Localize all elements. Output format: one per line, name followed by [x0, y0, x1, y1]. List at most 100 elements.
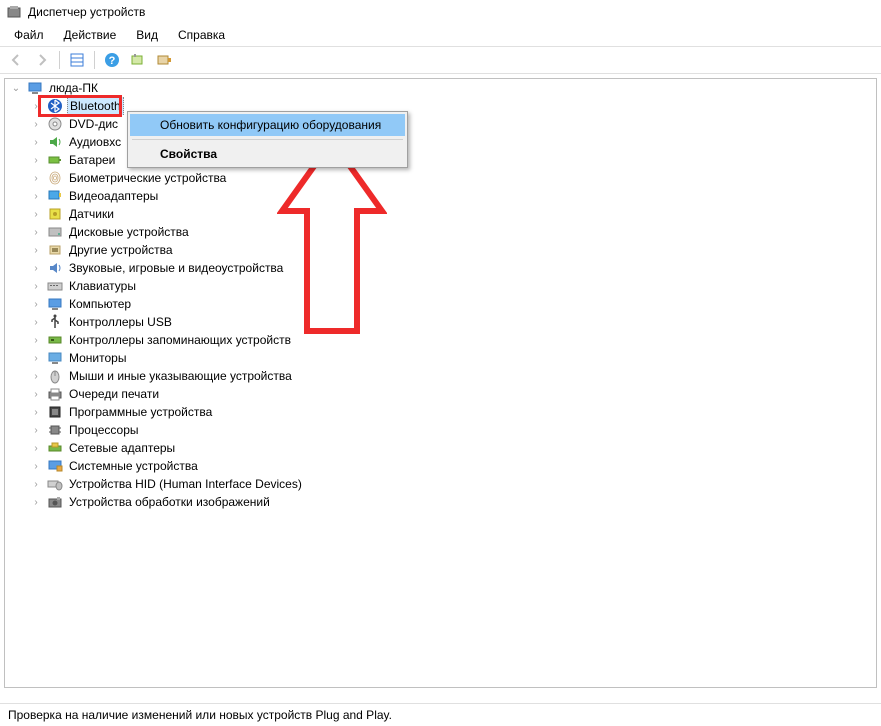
- display-adapter-icon: [47, 188, 63, 204]
- monitor-icon: [47, 350, 63, 366]
- tree-item-printer[interactable]: › Очереди печати: [5, 385, 876, 403]
- tree-item-sensors[interactable]: › Датчики: [5, 205, 876, 223]
- tree-item-label: Биометрические устройства: [67, 170, 228, 186]
- toolbar-separator: [59, 51, 60, 69]
- expander-icon[interactable]: ›: [29, 279, 43, 293]
- hid-icon: [47, 476, 63, 492]
- tree-item-label: Устройства обработки изображений: [67, 494, 272, 510]
- tree-item-label: Батареи: [67, 152, 117, 168]
- tree-item-label: DVD-дис: [67, 116, 120, 132]
- menu-file[interactable]: Файл: [4, 26, 54, 44]
- tree-item-label: Процессоры: [67, 422, 141, 438]
- context-menu-properties[interactable]: Свойства: [130, 143, 405, 165]
- sensor-icon: [47, 206, 63, 222]
- tree-item-label: Контроллеры запоминающих устройств: [67, 332, 293, 348]
- cpu-icon: [47, 422, 63, 438]
- toolbar-help-button[interactable]: ?: [100, 49, 124, 71]
- expander-icon[interactable]: ›: [29, 477, 43, 491]
- menu-action[interactable]: Действие: [54, 26, 127, 44]
- hdd-icon: [47, 224, 63, 240]
- network-icon: [47, 440, 63, 456]
- tree-item-network[interactable]: › Сетевые адаптеры: [5, 439, 876, 457]
- tree-item-keyboard[interactable]: › Клавиатуры: [5, 277, 876, 295]
- expander-icon[interactable]: ›: [29, 153, 43, 167]
- expander-icon[interactable]: ›: [29, 207, 43, 221]
- toolbar-properties-button[interactable]: [152, 49, 176, 71]
- tree-item-label: Другие устройства: [67, 242, 175, 258]
- menu-help[interactable]: Справка: [168, 26, 235, 44]
- toolbar-show-hidden-button[interactable]: [65, 49, 89, 71]
- tree-item-cpu[interactable]: › Процессоры: [5, 421, 876, 439]
- tree-item-label: Устройства HID (Human Interface Devices): [67, 476, 304, 492]
- disc-icon: [47, 116, 63, 132]
- tree-item-biometric[interactable]: › Биометрические устройства: [5, 169, 876, 187]
- toolbar-scan-button[interactable]: [126, 49, 150, 71]
- expander-icon[interactable]: ›: [29, 441, 43, 455]
- tree-item-storage[interactable]: › Контроллеры запоминающих устройств: [5, 331, 876, 349]
- expander-icon[interactable]: ›: [29, 459, 43, 473]
- tree-item-sound[interactable]: › Звуковые, игровые и видеоустройства: [5, 259, 876, 277]
- tree-item-label: Дисковые устройства: [67, 224, 191, 240]
- expander-icon[interactable]: ›: [29, 351, 43, 365]
- toolbar: ?: [0, 46, 881, 74]
- device-tree-panel: ⌄ люда-ПК › Bluetooth › DVD-дис › Аудиов…: [4, 78, 877, 688]
- printer-icon: [47, 386, 63, 402]
- menu-view[interactable]: Вид: [126, 26, 168, 44]
- expander-icon[interactable]: ›: [29, 99, 43, 113]
- tree-item-imaging[interactable]: › Устройства обработки изображений: [5, 493, 876, 511]
- tree-item-software[interactable]: › Программные устройства: [5, 403, 876, 421]
- tree-item-video[interactable]: › Видеоадаптеры: [5, 187, 876, 205]
- expander-icon[interactable]: ›: [29, 387, 43, 401]
- usb-icon: [47, 314, 63, 330]
- system-device-icon: [47, 458, 63, 474]
- tree-item-hid[interactable]: › Устройства HID (Human Interface Device…: [5, 475, 876, 493]
- expander-icon[interactable]: ›: [29, 495, 43, 509]
- monitor-icon: [47, 296, 63, 312]
- expander-icon[interactable]: ›: [29, 225, 43, 239]
- tree-root-label: люда-ПК: [47, 80, 100, 96]
- app-icon: [6, 4, 22, 20]
- expander-icon[interactable]: ›: [29, 423, 43, 437]
- tree-item-system[interactable]: › Системные устройства: [5, 457, 876, 475]
- tree-item-label: Клавиатуры: [67, 278, 138, 294]
- expander-icon[interactable]: ›: [29, 333, 43, 347]
- audio-icon: [47, 134, 63, 150]
- tree-item-label: Сетевые адаптеры: [67, 440, 177, 456]
- tree-item-computer[interactable]: › Компьютер: [5, 295, 876, 313]
- tree-item-label: Мыши и иные указывающие устройства: [67, 368, 294, 384]
- tree-item-label: Мониторы: [67, 350, 128, 366]
- tree-item-disk[interactable]: › Дисковые устройства: [5, 223, 876, 241]
- expander-icon[interactable]: ›: [29, 117, 43, 131]
- other-device-icon: [47, 242, 63, 258]
- context-menu-scan[interactable]: Обновить конфигурацию оборудования: [130, 114, 405, 136]
- bluetooth-icon: [47, 98, 63, 114]
- tree-item-label: Звуковые, игровые и видеоустройства: [67, 260, 285, 276]
- svg-text:?: ?: [109, 55, 116, 67]
- expander-icon[interactable]: ›: [29, 405, 43, 419]
- expander-icon[interactable]: ⌄: [9, 81, 23, 95]
- tree-item-label: Программные устройства: [67, 404, 214, 420]
- expander-icon[interactable]: ›: [29, 189, 43, 203]
- expander-icon[interactable]: ›: [29, 243, 43, 257]
- speaker-icon: [47, 260, 63, 276]
- tree-item-label: Датчики: [67, 206, 116, 222]
- expander-icon: ›: [29, 369, 43, 383]
- tree-item-mouse[interactable]: › Мыши и иные указывающие устройства: [5, 367, 876, 385]
- keyboard-icon: [47, 278, 63, 294]
- expander-icon[interactable]: ›: [29, 297, 43, 311]
- toolbar-back-button[interactable]: [4, 49, 28, 71]
- tree-item-usb[interactable]: › Контроллеры USB: [5, 313, 876, 331]
- expander-icon[interactable]: ›: [29, 315, 43, 329]
- expander-icon[interactable]: ›: [29, 135, 43, 149]
- toolbar-forward-button[interactable]: [30, 49, 54, 71]
- context-menu: Обновить конфигурацию оборудования Свойс…: [127, 111, 408, 168]
- window-title: Диспетчер устройств: [28, 5, 145, 19]
- expander-icon[interactable]: ›: [29, 171, 43, 185]
- statusbar-text: Проверка на наличие изменений или новых …: [8, 708, 392, 722]
- tree-item-label: Системные устройства: [67, 458, 200, 474]
- tree-item-monitors[interactable]: › Мониторы: [5, 349, 876, 367]
- tree-item-other[interactable]: › Другие устройства: [5, 241, 876, 259]
- tree-root-node[interactable]: ⌄ люда-ПК: [5, 79, 876, 97]
- expander-icon[interactable]: ›: [29, 261, 43, 275]
- tree-item-label: Очереди печати: [67, 386, 161, 402]
